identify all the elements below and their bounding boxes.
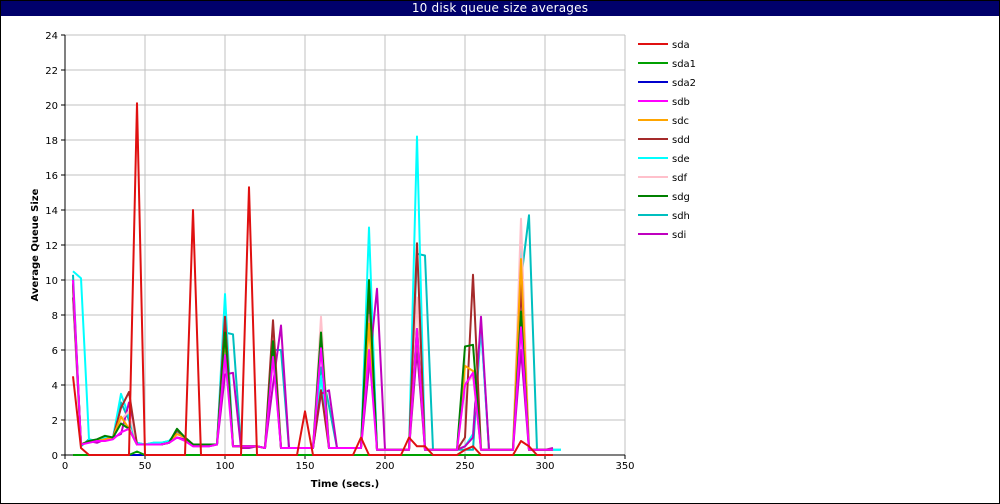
legend-label-sdh: sdh	[672, 211, 690, 222]
y-tick-label: 10	[45, 276, 58, 287]
y-tick-label: 2	[52, 416, 58, 427]
y-tick-label: 8	[52, 311, 58, 322]
legend-label-sdg: sdg	[672, 192, 690, 203]
y-tick-label: 18	[45, 136, 58, 147]
y-tick-label: 14	[45, 206, 58, 217]
y-axis-label: Average Queue Size	[30, 188, 41, 301]
y-tick-label: 12	[45, 241, 58, 252]
x-tick-label: 0	[62, 461, 68, 472]
legend-label-sdd: sdd	[672, 135, 690, 146]
legend-label-sdi: sdi	[672, 230, 686, 241]
y-tick-label: 6	[52, 346, 58, 357]
legend-label-sdc: sdc	[672, 116, 689, 127]
legend-label-sda: sda	[672, 40, 690, 51]
y-tick-label: 16	[45, 171, 58, 182]
x-axis-label: Time (secs.)	[311, 479, 380, 490]
legend-label-sdf: sdf	[672, 173, 688, 184]
x-tick-label: 150	[295, 461, 314, 472]
x-tick-label: 250	[455, 461, 474, 472]
legend-label-sdb: sdb	[672, 97, 690, 108]
legend-label-sda1: sda1	[672, 59, 696, 70]
x-tick-label: 350	[615, 461, 634, 472]
y-tick-label: 4	[52, 381, 58, 392]
x-tick-label: 300	[535, 461, 554, 472]
legend-label-sda2: sda2	[672, 78, 696, 89]
grid-lines	[64, 34, 626, 456]
legend-label-sde: sde	[672, 154, 690, 165]
chart-canvas: 0 50 100 150 200 250 300 3500246810121416182022…	[30, 31, 696, 490]
y-tick-label: 24	[45, 31, 58, 42]
x-tick-label: 200	[375, 461, 394, 472]
x-tick-label: 100	[215, 461, 234, 472]
legend: sda sda1 sda2 sdb sdc sdd sde sdf sdg sdh sdi	[638, 40, 696, 241]
y-tick-label: 20	[45, 101, 58, 112]
y-tick-label: 22	[45, 66, 58, 77]
y-tick-label: 0	[52, 451, 58, 462]
x-tick-label: 50	[139, 461, 152, 472]
